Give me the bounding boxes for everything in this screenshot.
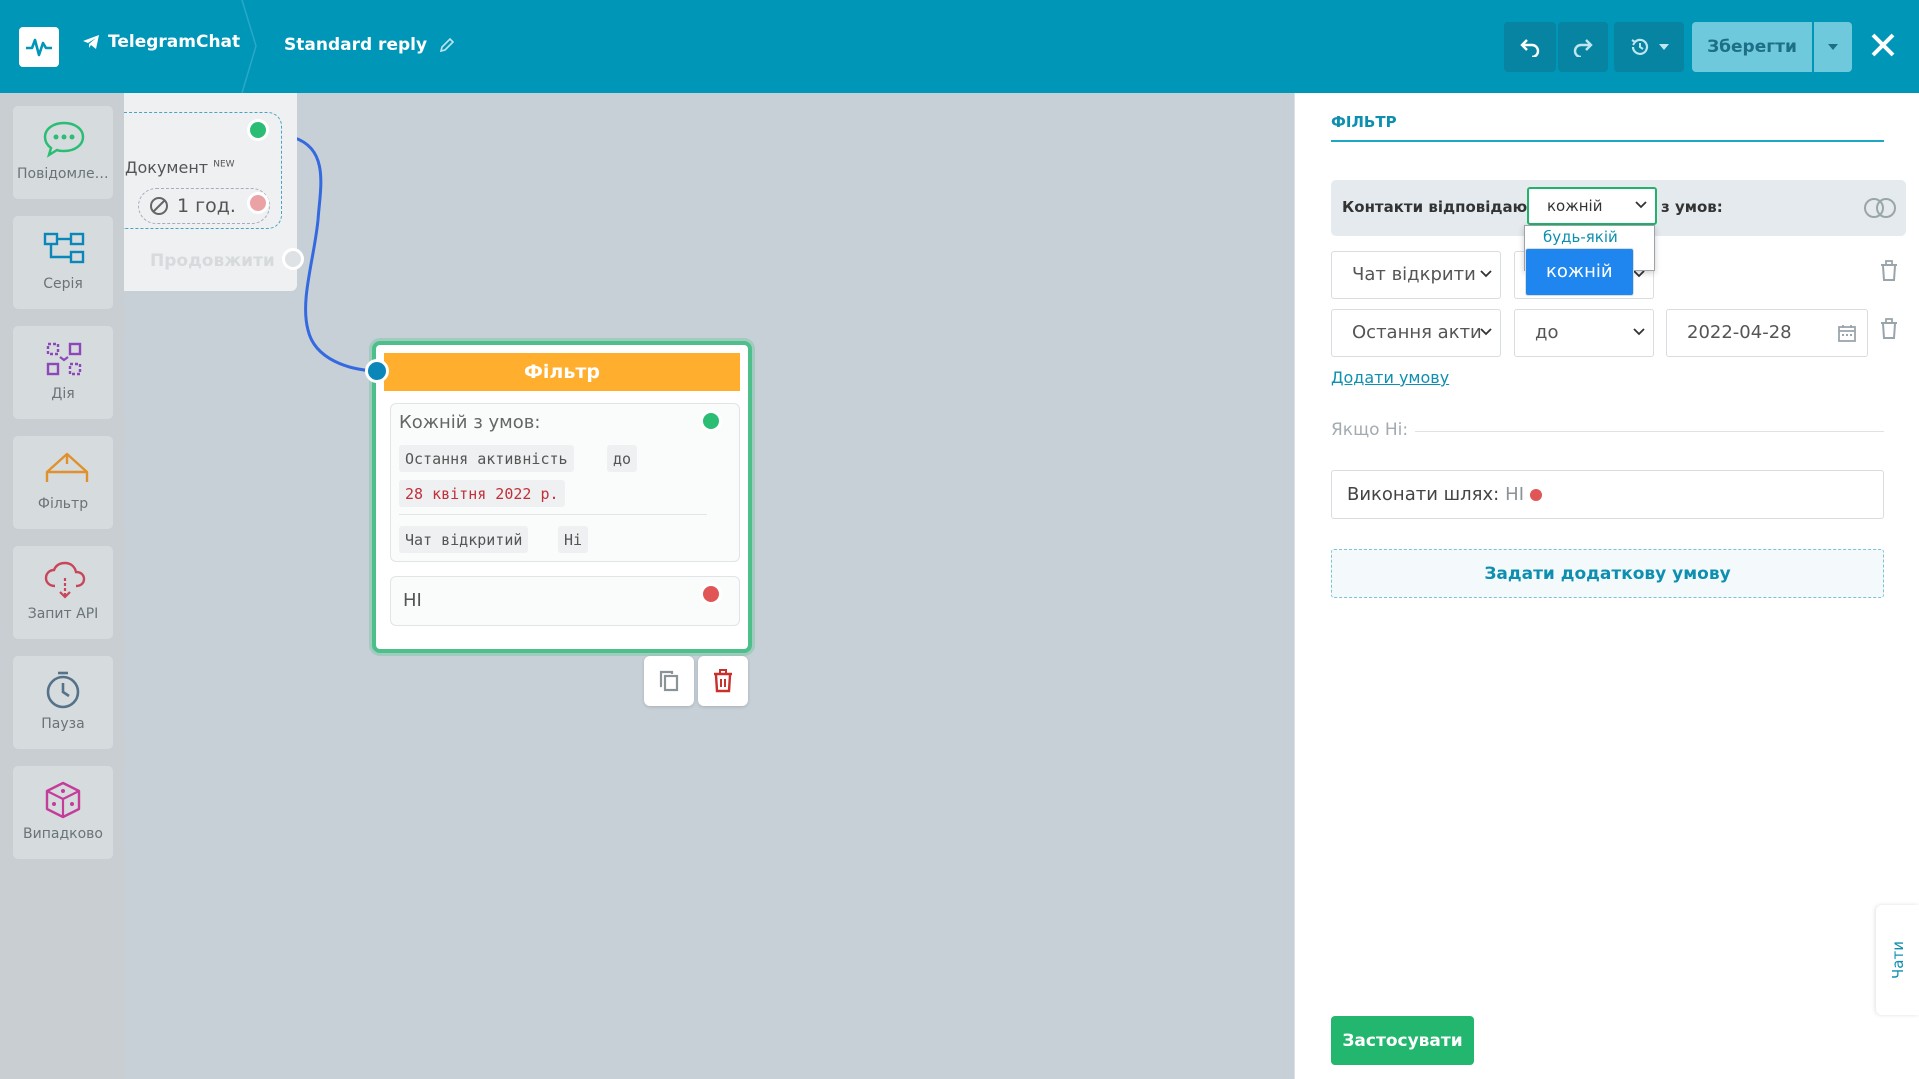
duplicate-node-button[interactable] [644,656,694,706]
condition-2-operator: до [1535,322,1559,343]
panel-title: ФІЛЬТР [1331,113,1397,131]
overlap-circles-icon[interactable] [1863,197,1897,219]
chip-value: Ні [558,526,589,553]
condition-box[interactable]: Кожній з умов: Остання активність до 28 … [390,403,740,562]
no-branch-box[interactable]: НІ [390,576,740,626]
match-mode-value: кожній [1547,197,1603,215]
undo-button[interactable] [1504,22,1556,72]
chevron-down-icon [1633,270,1645,278]
condition-2-date: 2022-04-28 [1687,322,1792,343]
output-port-no[interactable] [700,583,722,605]
redo-icon [1573,39,1593,57]
calendar-icon[interactable] [1837,323,1857,343]
delete-node-button[interactable] [698,656,748,706]
condition-title: Кожній з умов: [399,412,541,433]
chevron-down-icon [1635,201,1647,209]
match-mode-select[interactable]: кожній [1527,187,1657,225]
condition-2-field-select[interactable]: Остання акти [1331,309,1501,357]
match-label-after: з умов: [1661,198,1723,216]
no-branch-label: НІ [403,590,422,611]
input-port[interactable] [365,359,389,383]
document-label: Документ NEW [125,158,235,177]
copy-icon [659,670,679,692]
add-extra-condition-button[interactable]: Задати додаткову умову [1331,549,1884,598]
panel-title-underline [1331,140,1884,142]
output-port-yes[interactable] [700,410,722,432]
chevron-down-icon [1633,328,1645,336]
trash-icon [714,669,732,693]
option-any[interactable]: будь-якій [1525,226,1654,248]
chip-date: 28 квітня 2022 р. [399,480,565,507]
document-text: Документ [125,158,209,177]
redo-button[interactable] [1558,22,1608,72]
timer-text: 1 год. [177,195,236,217]
if-no-label: Якщо Ні: [1331,420,1409,440]
option-every[interactable]: кожній [1525,248,1634,296]
condition-1-field-select[interactable]: Чат відкрити [1331,251,1501,299]
save-options-button[interactable] [1814,22,1852,72]
trash-icon[interactable] [1880,260,1898,282]
chevron-down-icon [1480,328,1492,336]
filter-node[interactable]: Фільтр Кожній з умов: Остання активність… [372,341,752,653]
no-branch-dot [1530,488,1542,501]
save-button[interactable]: Зберегти [1692,22,1812,72]
condition-2-date-input[interactable]: 2022-04-28 [1666,309,1868,357]
execute-path-label: Виконати шлях: [1347,484,1500,505]
condition-2-field: Остання акти [1352,322,1482,343]
condition-2-operator-select[interactable]: до [1514,309,1654,357]
execute-path-field[interactable]: Виконати шлях: НІ [1331,470,1884,519]
history-button[interactable] [1614,22,1684,72]
chats-side-tab[interactable]: Чати [1876,905,1919,1015]
history-icon [1631,38,1649,55]
trash-icon[interactable] [1880,318,1898,340]
output-port-green[interactable] [247,119,269,141]
execute-path-value: НІ [1505,484,1524,505]
blocked-icon [150,197,168,215]
close-icon [1871,33,1895,57]
condition-divider [399,514,707,515]
match-mode-dropdown: будь-якій кожній [1524,225,1655,296]
output-port-continue[interactable] [282,248,304,270]
chevron-down-icon [1828,44,1838,50]
output-port-timeout[interactable] [247,192,269,214]
continue-label: Продовжити [150,251,275,271]
close-button[interactable] [1866,28,1900,62]
if-no-divider [1415,431,1884,432]
apply-button[interactable]: Застосувати [1331,1016,1474,1065]
chip-field: Остання активність [399,445,574,472]
match-label-before: Контакти відповідають [1342,198,1546,216]
chevron-down-icon [1659,44,1669,50]
chip-operator: до [607,445,638,472]
undo-icon [1520,39,1540,57]
chats-tab-label: Чати [1888,941,1907,979]
filter-node-title: Фільтр [384,353,740,391]
chip-field: Чат відкритий [399,526,529,553]
add-condition-link[interactable]: Додати умову [1331,368,1449,387]
new-badge: NEW [213,159,235,170]
condition-1-field: Чат відкрити [1352,264,1476,285]
chevron-down-icon [1480,270,1492,278]
